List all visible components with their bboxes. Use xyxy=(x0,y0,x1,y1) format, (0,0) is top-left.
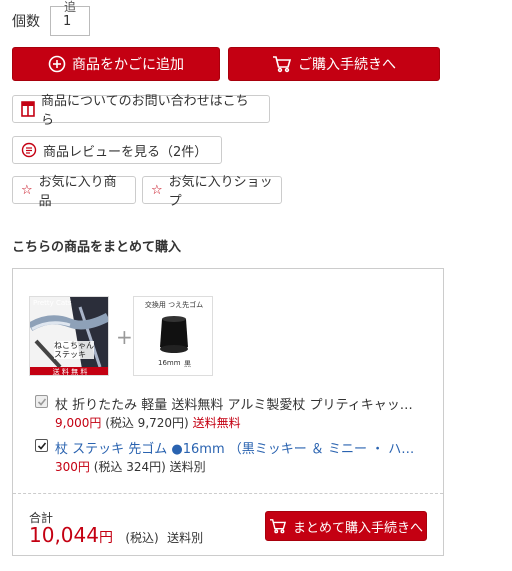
item-price-line: 9,000円 (税込 9,720円) 送料無料 xyxy=(55,414,241,431)
star-icon: ☆ xyxy=(151,182,163,198)
thumb2-size: 16mm xyxy=(158,359,181,367)
total-yen: 円 xyxy=(98,530,113,546)
item-name: 杖 折りたたみ 軽量 送料無料 アルミ製愛杖 プリティキャッ… xyxy=(55,398,413,413)
bundle-checkout-label: まとめて購入手続きへ xyxy=(292,520,423,536)
star-icon: ☆ xyxy=(21,182,33,198)
divider xyxy=(13,493,443,494)
item-price-line: 300円 (税込 324円) 送料別 xyxy=(55,458,206,475)
favorite-item-label: お気に入り商品 xyxy=(38,175,117,209)
total-shipping: 送料別 xyxy=(167,531,204,545)
cart-icon xyxy=(269,519,287,534)
item-tax: (税込 324円) xyxy=(93,460,166,474)
item-checkbox[interactable] xyxy=(35,395,48,408)
product-thumbnail-tip[interactable]: 交換用 つえ先ゴム 16mm 黒 xyxy=(133,296,213,376)
speech-bubble-icon xyxy=(21,142,37,158)
item-name-link[interactable]: 杖 ステッキ 先ゴム ●16mm （黒ミッキー ＆ ミニー ・ ハ… xyxy=(55,438,425,457)
bundle-box: Pretty Cats ねこちゃん ステッキ 送 料 無 料 + 交換用 つえ先… xyxy=(12,268,444,556)
thumb2-color: 黒 xyxy=(184,360,191,368)
item-price: 300円 xyxy=(55,460,90,474)
favorite-shop-label: お気に入りショップ xyxy=(168,175,273,209)
checkout-button[interactable]: ご購入手続きへ xyxy=(228,47,440,81)
inquiry-label: 商品についてのお問い合わせはこちら xyxy=(40,94,249,128)
checkout-label: ご購入手続きへ xyxy=(298,57,396,73)
plus-circle-icon xyxy=(48,55,66,73)
thumb-brand: Pretty Cats xyxy=(33,299,72,307)
inquiry-button[interactable]: 商品についてのお問い合わせはこちら xyxy=(12,94,270,128)
reviews-label: 商品レビューを見る（2件） xyxy=(43,144,208,160)
quantity-cut-label: 追 xyxy=(64,0,77,14)
document-icon xyxy=(21,101,35,117)
item-tax: (税込 9,720円) xyxy=(105,416,189,430)
favorite-shop-button[interactable]: ☆ お気に入りショップ xyxy=(142,175,282,209)
total-price: 10,044 xyxy=(29,523,99,547)
reviews-button[interactable]: 商品レビューを見る（2件） xyxy=(12,136,222,164)
cane-image-icon xyxy=(30,297,108,375)
thumb-ribbon: 送 料 無 料 xyxy=(52,368,88,376)
total-price-line: 10,044円 (税込) 送料別 xyxy=(29,523,203,547)
bundle-title: こちらの商品をまとめて購入 xyxy=(12,240,182,255)
total-tax: (税込) xyxy=(125,531,159,545)
add-to-cart-button[interactable]: 商品をかごに追加 xyxy=(12,47,220,81)
plus-icon: + xyxy=(116,325,133,349)
thumb-caption: ねこちゃん ステッキ xyxy=(54,341,94,359)
item-shipping: 送料別 xyxy=(169,460,206,474)
item-price: 9,000円 xyxy=(55,416,102,430)
quantity-label: 個数 xyxy=(12,14,40,30)
add-to-cart-label: 商品をかごに追加 xyxy=(72,57,184,73)
item-checkbox[interactable] xyxy=(35,439,48,452)
product-thumbnail-cane[interactable]: Pretty Cats ねこちゃん ステッキ 送 料 無 料 xyxy=(29,296,109,376)
cart-icon xyxy=(273,56,292,73)
item-shipping: 送料無料 xyxy=(192,416,241,430)
quantity-row: 追 個数 xyxy=(12,0,90,36)
favorite-item-button[interactable]: ☆ お気に入り商品 xyxy=(12,175,136,209)
bundle-checkout-button[interactable]: まとめて購入手続きへ xyxy=(265,511,427,541)
